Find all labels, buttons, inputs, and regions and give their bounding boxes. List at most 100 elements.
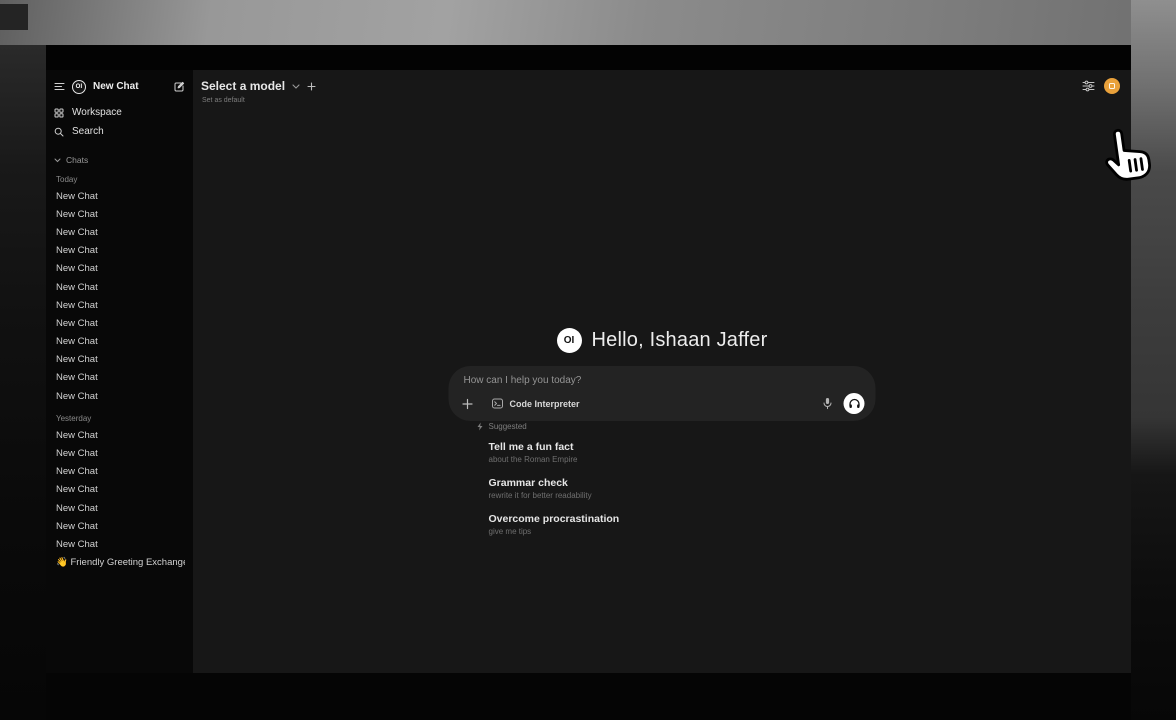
prompt-title: Overcome procrastination [489,513,876,525]
suggested-header: Suggested [477,422,876,431]
suggested-prompt[interactable]: Tell me a fun fact about the Roman Empir… [489,441,876,464]
chat-title: New Chat [56,391,98,402]
app-top-black-bar [46,45,1131,70]
controls-sliders-icon[interactable] [1082,80,1095,92]
chat-title: New Chat [56,466,98,477]
prompt-title: Grammar check [489,477,876,489]
greeting-text: Hello, Ishaan Jaffer [592,329,768,352]
sidebar-item-search[interactable]: Search [54,122,185,141]
avatar-glyph [1109,83,1115,89]
suggested-prompt[interactable]: Grammar check rewrite it for better read… [489,477,876,500]
chat-title: New Chat [56,227,98,238]
sidebar-item-label: Search [72,126,104,137]
chat-list-item[interactable]: New Chat [54,187,185,205]
sidebar-item-workspace[interactable]: Workspace [54,103,185,122]
chat-list-item[interactable]: New Chat [54,444,185,462]
chat-list-item[interactable]: 👋 Friendly Greeting Exchange [54,554,185,572]
chat-title: New Chat [56,245,98,256]
chat-list-item[interactable]: New Chat [54,223,185,241]
voice-call-button[interactable] [844,393,865,414]
chat-title: New Chat [56,430,98,441]
sidebar-nav: Workspace Search [54,103,185,141]
chats-section-header[interactable]: Chats [54,154,185,166]
chat-title: New Chat [56,539,98,550]
chat-list-item[interactable]: New Chat [54,351,185,369]
chat-list-yesterday: New Chat New Chat New Chat New Chat New … [54,426,185,572]
chat-title: New Chat [56,282,98,293]
chat-list-item[interactable]: New Chat [54,426,185,444]
background-top-band [0,0,1176,45]
prompt-subtitle: rewrite it for better readability [489,491,876,500]
grid-icon [54,108,64,118]
app-logo-light: OI [557,328,582,353]
model-selector[interactable]: Select a model [201,79,316,93]
suggested-prompts: Suggested Tell me a fun fact about the R… [449,422,876,536]
main-area: Select a model Set as default OI Hello, … [193,70,1131,673]
app-window: OI New Chat Workspace Search [46,45,1131,673]
background-bottom-band [46,673,1131,720]
sidebar-toggle-icon[interactable] [54,82,65,91]
chat-title: New Chat [56,354,98,365]
sidebar-title: New Chat [93,81,166,92]
chat-title: New Chat [56,191,98,202]
chat-list-item[interactable]: New Chat [54,314,185,332]
terminal-icon [492,398,504,409]
chat-group-label-yesterday: Yesterday [56,414,185,423]
chat-list-item[interactable]: New Chat [54,517,185,535]
suggested-label: Suggested [489,422,527,431]
chat-title: New Chat [56,300,98,311]
chevron-down-icon [54,158,61,163]
chat-list-item[interactable]: New Chat [54,260,185,278]
code-interpreter-label: Code Interpreter [510,399,580,409]
suggested-prompt[interactable]: Overcome procrastination give me tips [489,513,876,536]
header-actions [1082,78,1120,94]
chat-title: New Chat [56,372,98,383]
attach-plus-icon[interactable] [462,398,474,410]
suggested-list: Tell me a fun fact about the Roman Empir… [449,441,876,536]
background-right-band [1131,0,1176,720]
chat-list-item[interactable]: New Chat [54,463,185,481]
chat-list-today: New Chat New Chat New Chat New Chat New … [54,187,185,405]
message-input[interactable] [464,375,794,393]
set-as-default-link[interactable]: Set as default [202,97,245,104]
chats-section-label: Chats [66,155,88,165]
chat-title: New Chat [56,503,98,514]
chat-list-item[interactable]: New Chat [54,242,185,260]
sparkle-bolt-icon [477,422,484,431]
add-model-icon[interactable] [307,82,316,91]
chat-list-item[interactable]: New Chat [54,499,185,517]
app-logo: OI [72,80,86,94]
new-chat-icon[interactable] [173,81,185,93]
chat-title: New Chat [56,318,98,329]
chevron-down-icon [292,84,300,89]
chat-list-item[interactable]: New Chat [54,535,185,553]
headphones-icon [848,398,860,409]
chat-list-item[interactable]: New Chat [54,205,185,223]
chat-list-item[interactable]: New Chat [54,369,185,387]
chat-title: New Chat [56,484,98,495]
microphone-icon[interactable] [823,397,833,410]
composer-controls: Code Interpreter [462,393,865,414]
chat-title: New Chat [56,263,98,274]
prompt-title: Tell me a fun fact [489,441,876,453]
chat-list-item[interactable]: New Chat [54,387,185,405]
chat-group-label-today: Today [56,175,185,184]
chat-list-item[interactable]: New Chat [54,481,185,499]
chat-title: New Chat [56,521,98,532]
user-avatar[interactable] [1104,78,1120,94]
prompt-subtitle: give me tips [489,527,876,536]
chat-list-item[interactable]: New Chat [54,296,185,314]
chat-list-item[interactable]: New Chat [54,333,185,351]
prompt-subtitle: about the Roman Empire [489,455,876,464]
chat-title: New Chat [56,209,98,220]
sidebar: OI New Chat Workspace Search [46,70,193,673]
chat-title: New Chat [56,448,98,459]
background-left-band [0,45,46,720]
code-interpreter-toggle[interactable]: Code Interpreter [492,398,580,409]
search-icon [54,127,64,137]
chat-list-item[interactable]: New Chat [54,278,185,296]
model-selector-label: Select a model [201,79,285,93]
sidebar-item-label: Workspace [72,107,122,118]
greeting-block: OI Hello, Ishaan Jaffer [193,328,1131,353]
message-composer: Code Interpreter [449,366,876,421]
